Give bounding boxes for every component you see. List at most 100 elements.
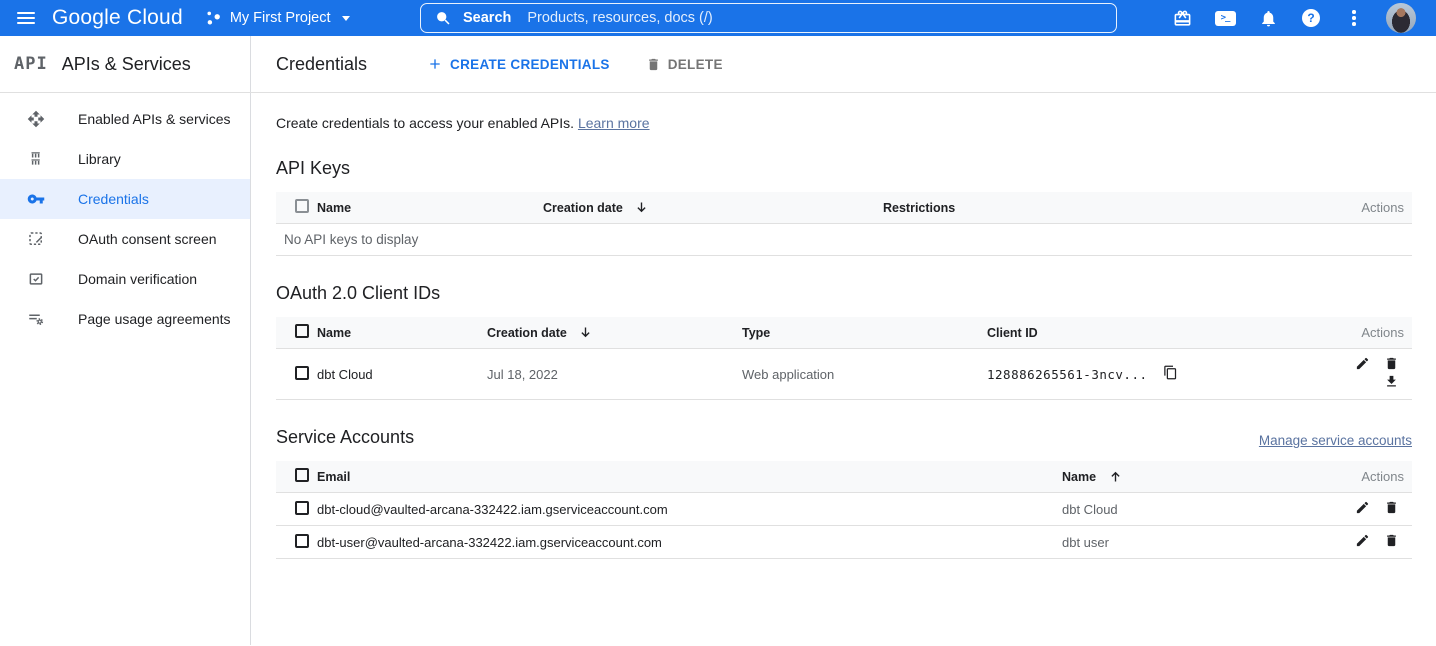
- sidebar-item-domain-verification[interactable]: Domain verification: [0, 259, 250, 299]
- menu-icon[interactable]: [0, 0, 52, 36]
- edit-button[interactable]: [1350, 356, 1375, 374]
- account-avatar[interactable]: [1386, 3, 1416, 33]
- sidebar-item-page-usage[interactable]: Page usage agreements: [0, 299, 250, 339]
- page-toolbar: Credentials CREATE CREDENTIALS DELETE: [251, 36, 1436, 92]
- download-icon: [1384, 374, 1399, 389]
- product-header: API APIs & Services: [0, 36, 251, 92]
- delete-row-button[interactable]: [1379, 356, 1404, 374]
- google-cloud-logo[interactable]: Google Cloud: [52, 6, 183, 30]
- table-row: dbt-user@vaulted-arcana-332422.iam.gserv…: [276, 526, 1412, 559]
- api-keys-table: Name Creation date Restrictions Actions …: [276, 192, 1412, 256]
- list-gear-icon: [27, 310, 45, 328]
- client-type: Web application: [734, 349, 979, 400]
- sidebar-item-label: Domain verification: [78, 271, 197, 287]
- column-name[interactable]: Name: [1054, 461, 1342, 493]
- plus-icon: [427, 56, 443, 72]
- sidebar-nav: Enabled APIs & services Library Credenti…: [0, 93, 251, 645]
- table-header-row: Name Creation date Type Client ID Action…: [276, 317, 1412, 349]
- download-button[interactable]: [1379, 374, 1404, 392]
- project-name: My First Project: [230, 10, 331, 26]
- row-checkbox[interactable]: [295, 501, 309, 515]
- column-creation-date[interactable]: Creation date: [535, 192, 875, 224]
- column-type[interactable]: Type: [734, 317, 979, 349]
- chevron-down-icon: [342, 16, 350, 21]
- sidebar-item-label: Library: [78, 151, 121, 167]
- table-header-row: Name Creation date Restrictions Actions: [276, 192, 1412, 224]
- page-header: API APIs & Services Credentials CREATE C…: [0, 36, 1436, 93]
- edit-button[interactable]: [1350, 533, 1375, 551]
- library-columns-icon: [27, 150, 45, 168]
- row-checkbox[interactable]: [295, 366, 309, 380]
- sidebar-item-enabled-apis[interactable]: Enabled APIs & services: [0, 99, 250, 139]
- product-title: APIs & Services: [62, 54, 191, 75]
- client-id-value: 128886265561-3ncv...: [987, 367, 1148, 382]
- search-placeholder: Products, resources, docs (/): [527, 10, 712, 26]
- main-content: Create credentials to access your enable…: [251, 93, 1436, 645]
- project-selector[interactable]: My First Project: [205, 10, 350, 27]
- trash-icon: [646, 57, 661, 72]
- bell-icon: [1259, 9, 1278, 28]
- table-row: dbt Cloud Jul 18, 2022 Web application 1…: [276, 349, 1412, 400]
- column-actions: Actions: [1342, 192, 1412, 224]
- column-restrictions[interactable]: Restrictions: [875, 192, 1342, 224]
- learn-more-link[interactable]: Learn more: [578, 115, 650, 131]
- sort-descending-icon: [578, 325, 593, 340]
- terminal-icon: >_: [1215, 11, 1236, 26]
- sidebar-item-credentials[interactable]: Credentials: [0, 179, 250, 219]
- column-creation-date[interactable]: Creation date: [479, 317, 734, 349]
- delete-row-button[interactable]: [1379, 533, 1404, 551]
- search-label: Search: [463, 10, 511, 26]
- column-client-id[interactable]: Client ID: [979, 317, 1328, 349]
- api-logo-icon: API: [14, 54, 48, 74]
- more-options-button[interactable]: [1343, 6, 1365, 30]
- search-icon: [435, 10, 452, 27]
- page-title: Credentials: [276, 54, 367, 75]
- create-credentials-button[interactable]: CREATE CREDENTIALS: [427, 56, 610, 72]
- sa-name: dbt Cloud: [1054, 493, 1342, 526]
- delete-button[interactable]: DELETE: [646, 57, 723, 72]
- vertical-dots-icon: [1352, 10, 1356, 26]
- select-all-checkbox[interactable]: [295, 199, 309, 213]
- sidebar-item-label: Credentials: [78, 191, 149, 207]
- trash-icon: [1384, 533, 1399, 548]
- promotions-button[interactable]: [1171, 6, 1193, 30]
- row-checkbox[interactable]: [295, 534, 309, 548]
- select-all-checkbox[interactable]: [295, 468, 309, 482]
- delete-row-button[interactable]: [1379, 500, 1404, 518]
- oauth-clients-table: Name Creation date Type Client ID Action…: [276, 317, 1412, 400]
- search-input[interactable]: Search Products, resources, docs (/): [420, 3, 1117, 33]
- topbar-actions: >_ ?: [1171, 3, 1436, 33]
- sidebar-item-library[interactable]: Library: [0, 139, 250, 179]
- column-actions: Actions: [1342, 461, 1412, 493]
- column-email[interactable]: Email: [309, 461, 1054, 493]
- pencil-icon: [1355, 356, 1370, 371]
- sidebar-item-label: Enabled APIs & services: [78, 111, 231, 127]
- help-button[interactable]: ?: [1300, 6, 1322, 30]
- column-name[interactable]: Name: [309, 317, 479, 349]
- column-name[interactable]: Name: [309, 192, 535, 224]
- edit-button[interactable]: [1350, 500, 1375, 518]
- column-actions: Actions: [1328, 317, 1412, 349]
- sa-email: dbt-cloud@vaulted-arcana-332422.iam.gser…: [309, 493, 1054, 526]
- question-mark-icon: ?: [1302, 9, 1320, 27]
- sidebar-item-oauth-consent[interactable]: OAuth consent screen: [0, 219, 250, 259]
- sa-name: dbt user: [1054, 526, 1342, 559]
- pencil-icon: [1355, 500, 1370, 515]
- trash-icon: [1384, 500, 1399, 515]
- client-id-cell: 128886265561-3ncv...: [979, 349, 1328, 400]
- top-app-bar: Google Cloud My First Project Search Pro…: [0, 0, 1436, 36]
- manage-service-accounts-link[interactable]: Manage service accounts: [1259, 433, 1412, 448]
- sort-descending-icon: [634, 200, 649, 215]
- sidebar-item-label: Page usage agreements: [78, 311, 231, 327]
- arrows-out-icon: [27, 110, 45, 128]
- select-all-checkbox[interactable]: [295, 324, 309, 338]
- empty-message: No API keys to display: [276, 224, 1412, 256]
- empty-row: No API keys to display: [276, 224, 1412, 256]
- pencil-icon: [1355, 533, 1370, 548]
- cloud-shell-button[interactable]: >_: [1214, 6, 1236, 30]
- sidebar-item-label: OAuth consent screen: [78, 231, 217, 247]
- key-icon: [27, 190, 45, 208]
- gift-icon: [1173, 9, 1192, 28]
- notifications-button[interactable]: [1257, 6, 1279, 30]
- copy-client-id-button[interactable]: [1158, 365, 1183, 383]
